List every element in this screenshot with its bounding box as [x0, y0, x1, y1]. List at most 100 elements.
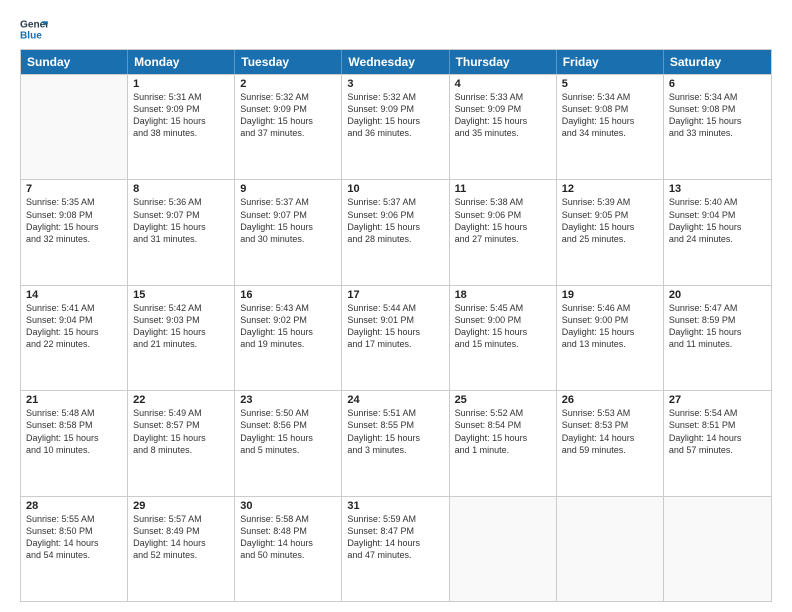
calendar-week-4: 21Sunrise: 5:48 AMSunset: 8:58 PMDayligh…	[21, 390, 771, 495]
calendar-cell	[450, 497, 557, 601]
day-number: 15	[133, 289, 229, 301]
day-number: 29	[133, 500, 229, 512]
cell-sun-info: Sunrise: 5:49 AMSunset: 8:57 PMDaylight:…	[133, 407, 229, 456]
cell-sun-info: Sunrise: 5:55 AMSunset: 8:50 PMDaylight:…	[26, 513, 122, 562]
logo: General Blue	[20, 15, 52, 43]
calendar-cell: 30Sunrise: 5:58 AMSunset: 8:48 PMDayligh…	[235, 497, 342, 601]
calendar-cell: 25Sunrise: 5:52 AMSunset: 8:54 PMDayligh…	[450, 391, 557, 495]
cell-sun-info: Sunrise: 5:33 AMSunset: 9:09 PMDaylight:…	[455, 91, 551, 140]
cell-sun-info: Sunrise: 5:43 AMSunset: 9:02 PMDaylight:…	[240, 302, 336, 351]
calendar-header: SundayMondayTuesdayWednesdayThursdayFrid…	[21, 50, 771, 74]
calendar-cell: 10Sunrise: 5:37 AMSunset: 9:06 PMDayligh…	[342, 180, 449, 284]
header-day-tuesday: Tuesday	[235, 50, 342, 74]
cell-sun-info: Sunrise: 5:51 AMSunset: 8:55 PMDaylight:…	[347, 407, 443, 456]
cell-sun-info: Sunrise: 5:40 AMSunset: 9:04 PMDaylight:…	[669, 196, 766, 245]
cell-sun-info: Sunrise: 5:42 AMSunset: 9:03 PMDaylight:…	[133, 302, 229, 351]
calendar-cell: 22Sunrise: 5:49 AMSunset: 8:57 PMDayligh…	[128, 391, 235, 495]
calendar-cell: 27Sunrise: 5:54 AMSunset: 8:51 PMDayligh…	[664, 391, 771, 495]
calendar-cell: 8Sunrise: 5:36 AMSunset: 9:07 PMDaylight…	[128, 180, 235, 284]
cell-sun-info: Sunrise: 5:44 AMSunset: 9:01 PMDaylight:…	[347, 302, 443, 351]
calendar-cell: 31Sunrise: 5:59 AMSunset: 8:47 PMDayligh…	[342, 497, 449, 601]
calendar-cell: 28Sunrise: 5:55 AMSunset: 8:50 PMDayligh…	[21, 497, 128, 601]
calendar-cell	[21, 75, 128, 179]
cell-sun-info: Sunrise: 5:46 AMSunset: 9:00 PMDaylight:…	[562, 302, 658, 351]
calendar-cell: 18Sunrise: 5:45 AMSunset: 9:00 PMDayligh…	[450, 286, 557, 390]
day-number: 13	[669, 183, 766, 195]
calendar-week-3: 14Sunrise: 5:41 AMSunset: 9:04 PMDayligh…	[21, 285, 771, 390]
day-number: 8	[133, 183, 229, 195]
day-number: 4	[455, 78, 551, 90]
day-number: 22	[133, 394, 229, 406]
calendar-week-2: 7Sunrise: 5:35 AMSunset: 9:08 PMDaylight…	[21, 179, 771, 284]
cell-sun-info: Sunrise: 5:47 AMSunset: 8:59 PMDaylight:…	[669, 302, 766, 351]
calendar-cell: 15Sunrise: 5:42 AMSunset: 9:03 PMDayligh…	[128, 286, 235, 390]
day-number: 5	[562, 78, 658, 90]
calendar-week-1: 1Sunrise: 5:31 AMSunset: 9:09 PMDaylight…	[21, 74, 771, 179]
calendar-cell: 24Sunrise: 5:51 AMSunset: 8:55 PMDayligh…	[342, 391, 449, 495]
logo-icon: General Blue	[20, 15, 48, 43]
page: General Blue SundayMondayTuesdayWednesda…	[0, 0, 792, 612]
day-number: 2	[240, 78, 336, 90]
cell-sun-info: Sunrise: 5:48 AMSunset: 8:58 PMDaylight:…	[26, 407, 122, 456]
day-number: 16	[240, 289, 336, 301]
calendar-cell: 23Sunrise: 5:50 AMSunset: 8:56 PMDayligh…	[235, 391, 342, 495]
calendar-cell: 26Sunrise: 5:53 AMSunset: 8:53 PMDayligh…	[557, 391, 664, 495]
cell-sun-info: Sunrise: 5:37 AMSunset: 9:06 PMDaylight:…	[347, 196, 443, 245]
calendar-cell	[664, 497, 771, 601]
day-number: 25	[455, 394, 551, 406]
cell-sun-info: Sunrise: 5:35 AMSunset: 9:08 PMDaylight:…	[26, 196, 122, 245]
calendar-cell: 11Sunrise: 5:38 AMSunset: 9:06 PMDayligh…	[450, 180, 557, 284]
cell-sun-info: Sunrise: 5:39 AMSunset: 9:05 PMDaylight:…	[562, 196, 658, 245]
calendar-cell: 1Sunrise: 5:31 AMSunset: 9:09 PMDaylight…	[128, 75, 235, 179]
svg-text:Blue: Blue	[20, 30, 42, 41]
calendar-body: 1Sunrise: 5:31 AMSunset: 9:09 PMDaylight…	[21, 74, 771, 601]
header-day-thursday: Thursday	[450, 50, 557, 74]
calendar-cell: 13Sunrise: 5:40 AMSunset: 9:04 PMDayligh…	[664, 180, 771, 284]
cell-sun-info: Sunrise: 5:45 AMSunset: 9:00 PMDaylight:…	[455, 302, 551, 351]
calendar-cell: 3Sunrise: 5:32 AMSunset: 9:09 PMDaylight…	[342, 75, 449, 179]
cell-sun-info: Sunrise: 5:57 AMSunset: 8:49 PMDaylight:…	[133, 513, 229, 562]
day-number: 6	[669, 78, 766, 90]
cell-sun-info: Sunrise: 5:31 AMSunset: 9:09 PMDaylight:…	[133, 91, 229, 140]
calendar-cell: 16Sunrise: 5:43 AMSunset: 9:02 PMDayligh…	[235, 286, 342, 390]
calendar-cell: 6Sunrise: 5:34 AMSunset: 9:08 PMDaylight…	[664, 75, 771, 179]
calendar-cell: 9Sunrise: 5:37 AMSunset: 9:07 PMDaylight…	[235, 180, 342, 284]
day-number: 23	[240, 394, 336, 406]
calendar-cell: 21Sunrise: 5:48 AMSunset: 8:58 PMDayligh…	[21, 391, 128, 495]
calendar-cell: 20Sunrise: 5:47 AMSunset: 8:59 PMDayligh…	[664, 286, 771, 390]
cell-sun-info: Sunrise: 5:50 AMSunset: 8:56 PMDaylight:…	[240, 407, 336, 456]
cell-sun-info: Sunrise: 5:34 AMSunset: 9:08 PMDaylight:…	[562, 91, 658, 140]
day-number: 17	[347, 289, 443, 301]
header-day-friday: Friday	[557, 50, 664, 74]
day-number: 9	[240, 183, 336, 195]
calendar-cell: 5Sunrise: 5:34 AMSunset: 9:08 PMDaylight…	[557, 75, 664, 179]
day-number: 1	[133, 78, 229, 90]
day-number: 21	[26, 394, 122, 406]
calendar-cell: 12Sunrise: 5:39 AMSunset: 9:05 PMDayligh…	[557, 180, 664, 284]
cell-sun-info: Sunrise: 5:32 AMSunset: 9:09 PMDaylight:…	[347, 91, 443, 140]
cell-sun-info: Sunrise: 5:38 AMSunset: 9:06 PMDaylight:…	[455, 196, 551, 245]
day-number: 10	[347, 183, 443, 195]
cell-sun-info: Sunrise: 5:54 AMSunset: 8:51 PMDaylight:…	[669, 407, 766, 456]
header-day-saturday: Saturday	[664, 50, 771, 74]
calendar-cell: 4Sunrise: 5:33 AMSunset: 9:09 PMDaylight…	[450, 75, 557, 179]
header-day-sunday: Sunday	[21, 50, 128, 74]
day-number: 7	[26, 183, 122, 195]
day-number: 19	[562, 289, 658, 301]
header-day-wednesday: Wednesday	[342, 50, 449, 74]
calendar-cell: 17Sunrise: 5:44 AMSunset: 9:01 PMDayligh…	[342, 286, 449, 390]
day-number: 11	[455, 183, 551, 195]
cell-sun-info: Sunrise: 5:59 AMSunset: 8:47 PMDaylight:…	[347, 513, 443, 562]
day-number: 3	[347, 78, 443, 90]
day-number: 26	[562, 394, 658, 406]
calendar-cell: 29Sunrise: 5:57 AMSunset: 8:49 PMDayligh…	[128, 497, 235, 601]
header: General Blue	[20, 15, 772, 43]
day-number: 18	[455, 289, 551, 301]
day-number: 24	[347, 394, 443, 406]
cell-sun-info: Sunrise: 5:37 AMSunset: 9:07 PMDaylight:…	[240, 196, 336, 245]
day-number: 28	[26, 500, 122, 512]
calendar-week-5: 28Sunrise: 5:55 AMSunset: 8:50 PMDayligh…	[21, 496, 771, 601]
day-number: 30	[240, 500, 336, 512]
cell-sun-info: Sunrise: 5:53 AMSunset: 8:53 PMDaylight:…	[562, 407, 658, 456]
calendar-cell: 19Sunrise: 5:46 AMSunset: 9:00 PMDayligh…	[557, 286, 664, 390]
